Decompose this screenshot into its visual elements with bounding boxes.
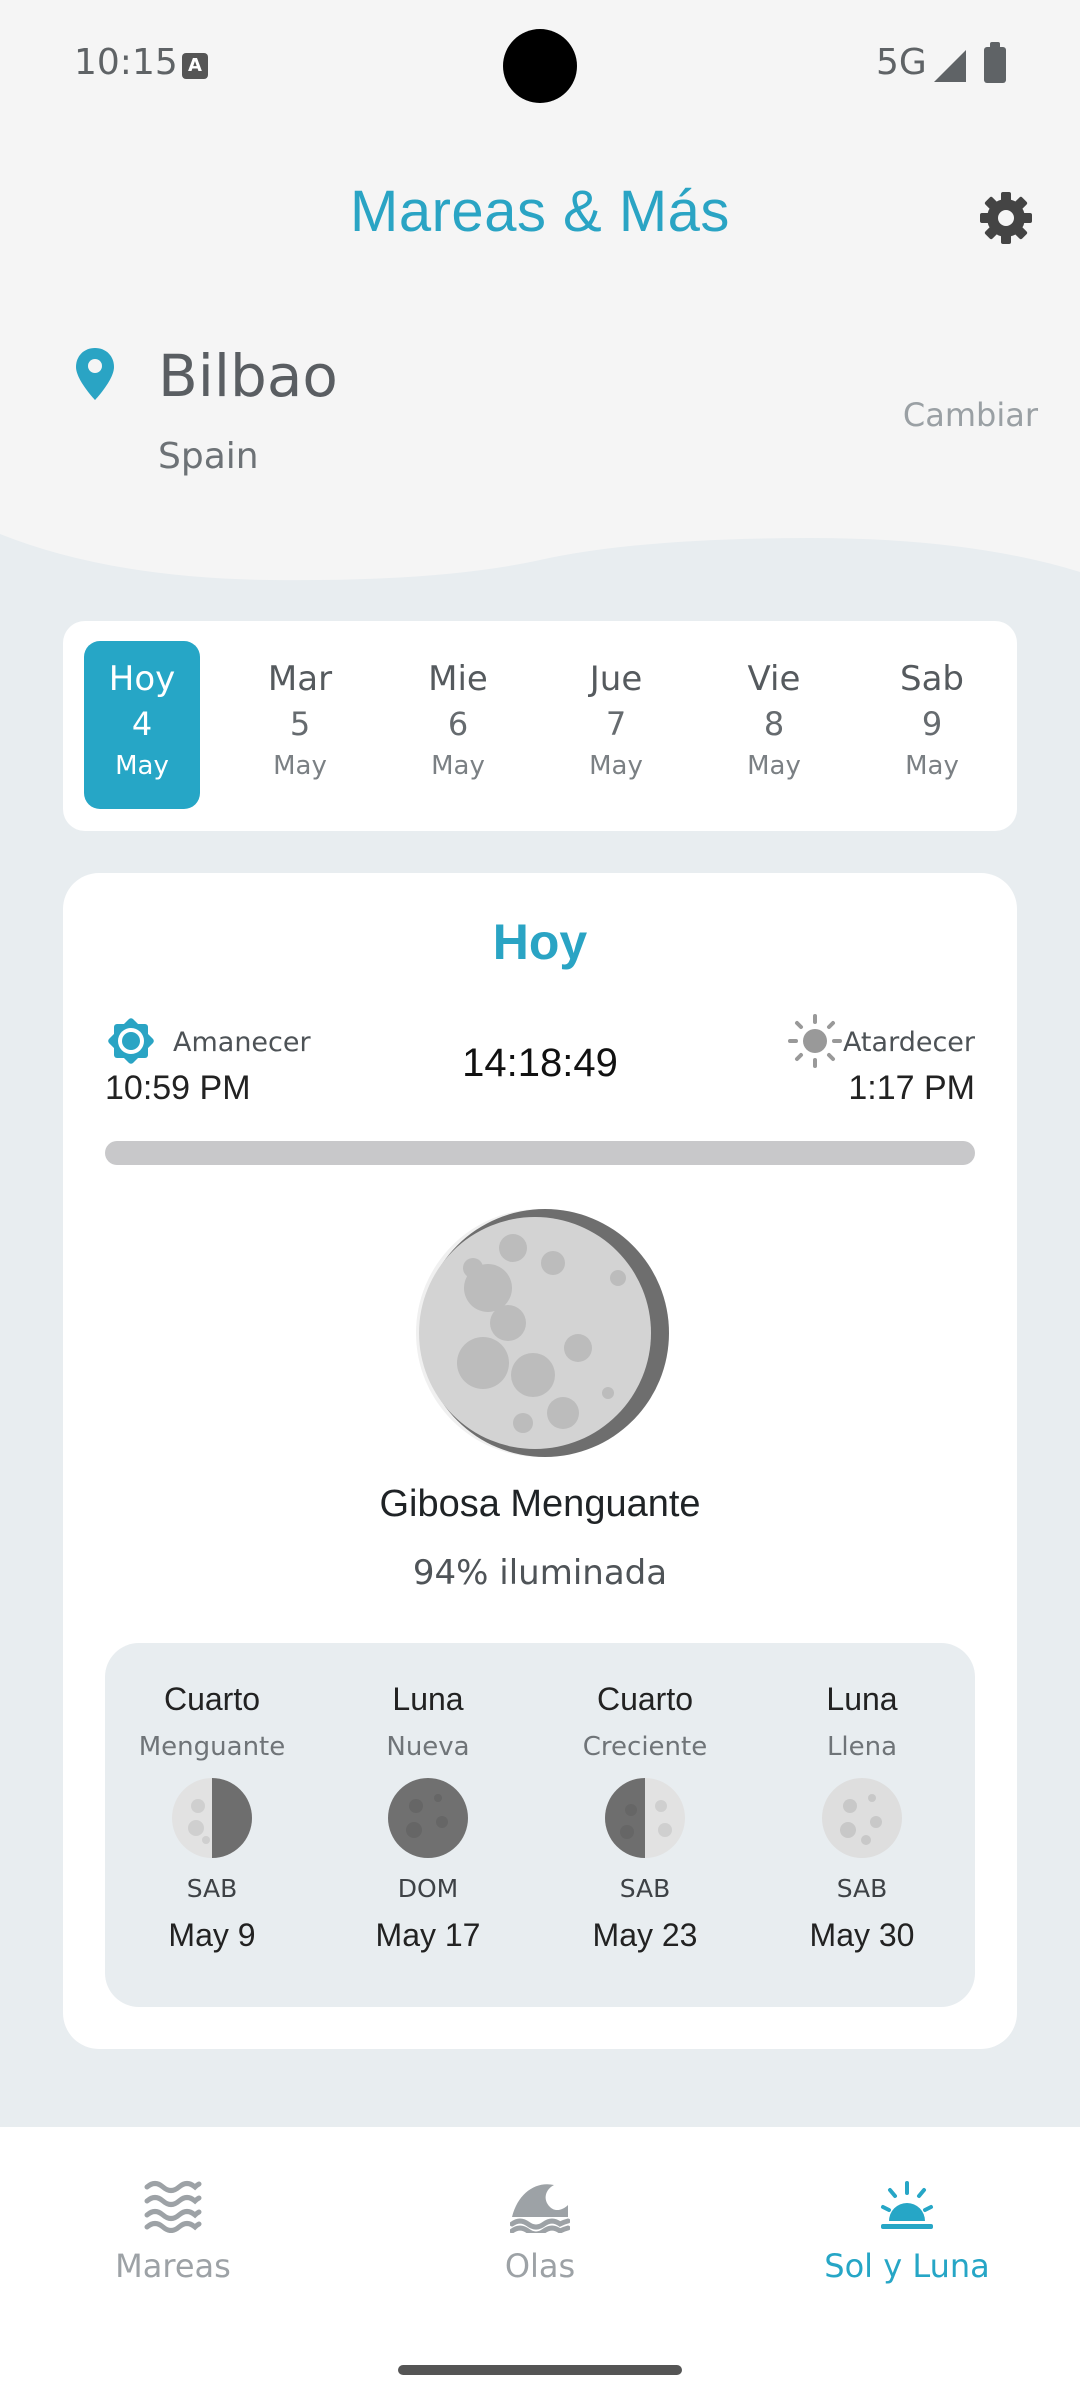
moon-phase-icon [416, 1209, 669, 1457]
day-date: 4 [131, 705, 153, 743]
status-time: 10:15 [74, 42, 178, 83]
nav-sol-y-luna[interactable]: Sol y Luna [757, 2177, 1057, 2285]
home-indicator[interactable] [398, 2365, 682, 2375]
sunset-time: 1:17 PM [848, 1069, 975, 1107]
phase-subtitle: Nueva [386, 1732, 470, 1762]
day-name: Hoy [108, 659, 176, 699]
day-month: May [589, 751, 643, 781]
phase-item: Luna Nueva DOM May 17 [328, 1681, 528, 1954]
status-network: 5G [876, 42, 927, 83]
phase-item: Luna Llena SAB May 30 [762, 1681, 962, 1954]
phase-item: Cuarto Creciente SAB May 23 [545, 1681, 745, 1954]
full-moon-icon [822, 1778, 902, 1858]
wave-icon [510, 2184, 570, 2233]
day-date: 6 [447, 705, 469, 743]
notification-icon: A [182, 53, 208, 79]
day-tab-jue[interactable]: Jue 7 May [558, 641, 674, 809]
phase-subtitle: Menguante [138, 1732, 286, 1762]
nav-olas[interactable]: Olas [390, 2177, 690, 2285]
day-tab-sab[interactable]: Sab 9 May [874, 641, 990, 809]
phase-weekday: SAB [619, 1874, 671, 1903]
day-tab-vie[interactable]: Vie 8 May [716, 641, 832, 809]
app-title: Mareas & Más [350, 179, 730, 244]
phase-item: Cuarto Menguante SAB May 9 [112, 1681, 312, 1954]
phase-weekday: DOM [397, 1874, 459, 1903]
phase-title: Luna [826, 1681, 898, 1717]
day-date: 9 [921, 705, 943, 743]
day-tab-hoy[interactable]: Hoy 4 May [84, 641, 200, 809]
header-area: 10:15 A 5G Mareas & Más Bilbao Spain Cam… [0, 0, 1080, 600]
phase-date: May 9 [168, 1917, 256, 1953]
nav-label: Mareas [115, 2247, 231, 2285]
phase-subtitle: Llena [826, 1732, 898, 1762]
signal-icon [934, 50, 966, 82]
upcoming-phases: Cuarto Menguante SAB May 9 Luna Nueva DO… [105, 1643, 975, 2007]
waves-icon [144, 2181, 202, 2233]
camera-cutout [503, 29, 577, 103]
phase-title: Cuarto [163, 1681, 261, 1717]
day-month: May [115, 751, 169, 781]
day-date: 8 [763, 705, 785, 743]
phase-weekday: SAB [836, 1874, 888, 1903]
nav-mareas[interactable]: Mareas [23, 2177, 323, 2285]
phase-date: May 30 [809, 1917, 915, 1953]
day-month: May [431, 751, 485, 781]
location-city: Bilbao [158, 342, 338, 410]
day-tab-mar[interactable]: Mar 5 May [242, 641, 358, 809]
last-quarter-moon-icon [172, 1778, 252, 1858]
day-month: May [747, 751, 801, 781]
sunrise-icon [881, 2181, 933, 2229]
bottom-navigation: Mareas Olas Sol y Luna [0, 2127, 1080, 2400]
moon-phase-name: Gibosa Menguante [379, 1483, 701, 1525]
location-country: Spain [158, 436, 259, 477]
daylight-progress-track [105, 1141, 975, 1165]
day-selector: Hoy 4 May Mar 5 May Mie 6 May Jue 7 May … [63, 621, 1017, 831]
day-month: May [905, 751, 959, 781]
phase-date: May 17 [375, 1917, 481, 1953]
card-title: Hoy [492, 914, 588, 970]
battery-icon [984, 42, 1006, 83]
day-name: Mar [267, 659, 333, 699]
change-location-button[interactable]: Cambiar [903, 396, 1038, 434]
day-name: Sab [900, 659, 964, 699]
day-name: Vie [747, 659, 801, 699]
day-tab-mie[interactable]: Mie 6 May [400, 641, 516, 809]
nav-label: Sol y Luna [824, 2247, 990, 2285]
nav-label: Olas [504, 2247, 576, 2285]
screen: 10:15 A 5G Mareas & Más Bilbao Spain Cam… [0, 0, 1080, 2400]
phase-title: Cuarto [596, 1681, 694, 1717]
day-name: Mie [428, 659, 488, 699]
sun-moon-card: Hoy Amanecer 10:59 PM 14:18:49 Atardecer… [63, 873, 1017, 2049]
phase-date: May 23 [592, 1917, 698, 1953]
day-name: Jue [589, 659, 643, 699]
day-date: 7 [605, 705, 627, 743]
moon-illumination: 94% iluminada [412, 1553, 668, 1593]
phase-subtitle: Creciente [582, 1732, 708, 1762]
gear-icon[interactable] [978, 190, 1034, 246]
sunset-icon [788, 1014, 842, 1068]
new-moon-icon [388, 1778, 468, 1858]
day-date: 5 [289, 705, 311, 743]
phase-weekday: SAB [186, 1874, 238, 1903]
phase-title: Luna [392, 1681, 464, 1717]
location-pin-icon [76, 348, 114, 400]
first-quarter-moon-icon [605, 1778, 685, 1858]
day-month: May [273, 751, 327, 781]
sunset-label: Atardecer [842, 1027, 975, 1058]
